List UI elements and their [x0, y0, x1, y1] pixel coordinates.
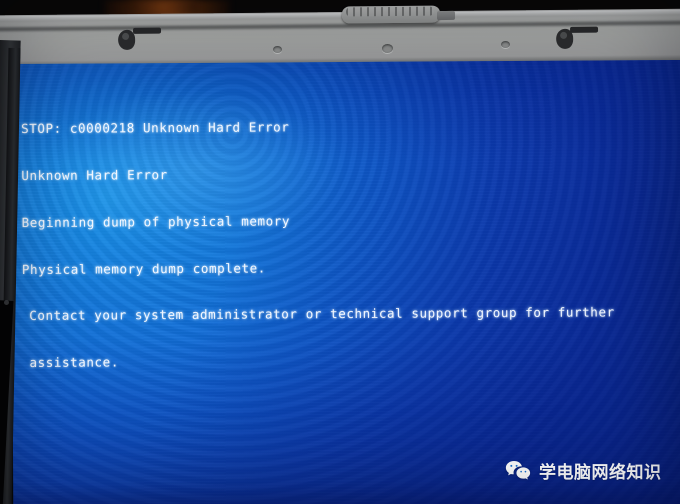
watermark-label: 学电脑网络知识: [539, 463, 662, 483]
hinge-ridges: [345, 6, 435, 17]
laptop-bsod-photo: STOP: c0000218 Unknown Hard Error Unknow…: [0, 0, 680, 504]
hinge-tab: [436, 10, 456, 21]
bsod-line-dump-complete: Physical memory dump complete.: [21, 260, 266, 277]
bsod-error-text: STOP: c0000218 Unknown Hard Error Unknow…: [21, 86, 680, 402]
wechat-watermark: 学电脑网络知识: [505, 458, 662, 483]
background-warm-highlight: [128, 0, 198, 14]
bezel-screw-hole: [381, 43, 394, 54]
bsod-screen: STOP: c0000218 Unknown Hard Error Unknow…: [10, 59, 680, 504]
latch-slot: [570, 26, 599, 33]
bsod-line-stop: STOP: c0000218 Unknown Hard Error: [20, 119, 290, 137]
bezel-left-screw-hole: [4, 300, 9, 305]
bsod-line-error-name: Unknown Hard Error: [21, 167, 168, 183]
bsod-line-contact-admin: Contact your system administrator or tec…: [29, 304, 615, 324]
wechat-icon: [505, 460, 531, 481]
latch-slot: [132, 27, 162, 34]
bsod-line-assistance: assistance.: [29, 354, 119, 371]
bsod-line-dump-begin: Beginning dump of physical memory: [21, 213, 291, 230]
bezel-screw-hole: [272, 45, 283, 54]
bezel-screw-hole: [500, 40, 511, 49]
